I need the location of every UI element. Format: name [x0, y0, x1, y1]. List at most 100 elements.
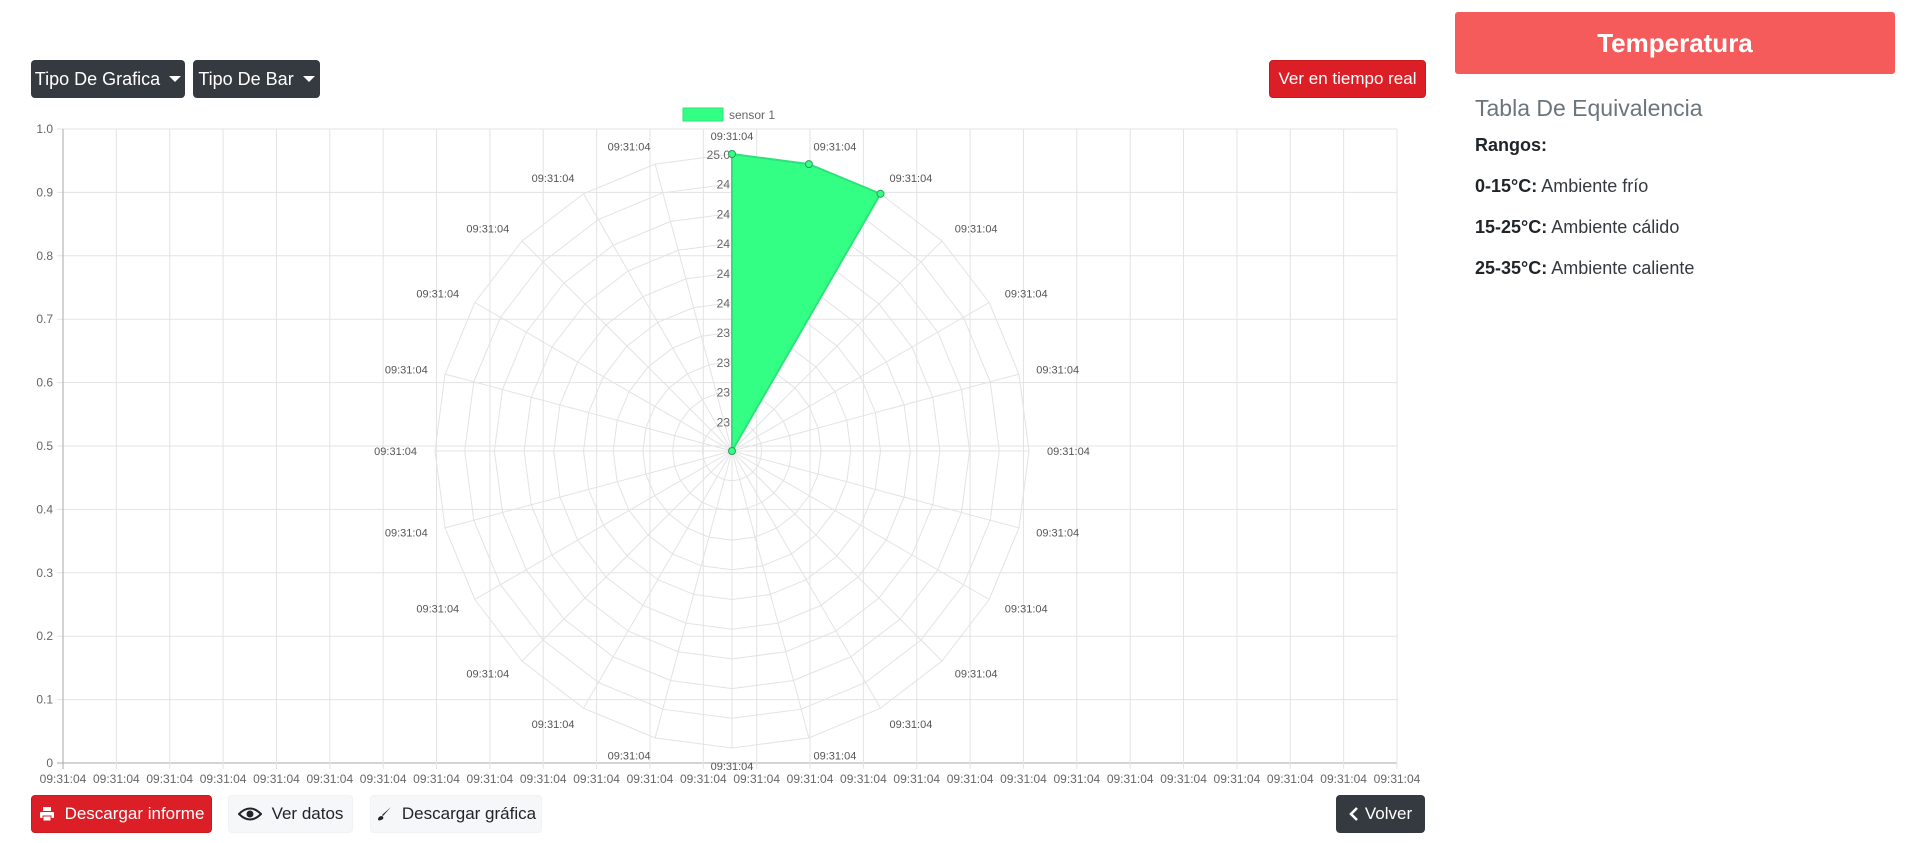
radar-spoke	[474, 450, 733, 600]
x-tick-label: 09:31:04	[733, 772, 780, 786]
radar-point-label: 09:31:04	[1036, 528, 1079, 540]
radar-spoke	[444, 373, 733, 452]
range-row: 0-15°C: Ambiente frío	[1475, 176, 1648, 197]
radar-point-label: 09:31:04	[955, 223, 998, 235]
chart-type-label: Tipo De Grafica	[34, 68, 161, 89]
series-point	[728, 447, 736, 455]
x-tick-label: 09:31:04	[413, 772, 460, 786]
radar-spoke	[474, 302, 733, 452]
x-tick-label: 09:31:04	[306, 772, 353, 786]
radial-tick-label: 24	[717, 178, 731, 192]
y-tick-label: 1.0	[36, 122, 53, 136]
x-tick-label: 09:31:04	[947, 772, 994, 786]
radar-spoke	[654, 450, 733, 739]
chevron-left-icon	[1349, 807, 1359, 821]
range-value: 15-25°C:	[1475, 217, 1548, 237]
radar-point-label: 09:31:04	[814, 750, 857, 762]
ranges-heading: Rangos:	[1475, 135, 1547, 155]
range-value: 25-35°C:	[1475, 258, 1548, 278]
download-chart-label: Descargar gráfica	[401, 804, 537, 823]
y-tick-label: 0.5	[36, 439, 53, 453]
range-row: 25-35°C: Ambiente caliente	[1475, 258, 1694, 279]
brush-icon	[376, 806, 392, 822]
view-data-label: Ver datos	[271, 804, 344, 823]
x-tick-label: 09:31:04	[680, 772, 727, 786]
chart-canvas: 0 0.1 0.2 0.3 0.4 0.5 0.6 0.7 0.8 0.9 1.0 09:31:04 0…	[36, 107, 1421, 786]
bar-type-label: Tipo De Bar	[198, 68, 294, 89]
y-tick-label: 0.6	[36, 376, 53, 390]
x-tick-label: 09:31:04	[1320, 772, 1367, 786]
y-tick-label: 0.8	[36, 249, 53, 263]
x-tick-label: 09:31:04	[893, 772, 940, 786]
radial-tick-label: 24	[717, 267, 731, 281]
radar-point-label: 09:31:04	[466, 669, 509, 681]
range-description: Ambiente cálido	[1551, 217, 1680, 237]
x-tick-label: 09:31:04	[1374, 772, 1421, 786]
radar-spoke	[731, 450, 1020, 529]
caret-down-icon	[302, 76, 315, 82]
y-tick-label: 0.1	[36, 693, 53, 707]
radar-point-label: 09:31:04	[608, 142, 651, 154]
radar-point-label: 09:31:04	[1036, 364, 1079, 376]
y-tick-label: 0.7	[36, 312, 53, 326]
download-chart-button[interactable]: Descargar gráfica	[370, 795, 542, 833]
caret-down-icon	[169, 76, 182, 82]
radial-tick-label: 23	[717, 386, 731, 400]
radar-spoke	[521, 450, 733, 662]
radial-tick-label: 23	[717, 356, 731, 370]
legend-swatch-sensor-1	[682, 107, 724, 122]
radar-spoke	[583, 193, 733, 452]
x-tick-label: 09:31:04	[200, 772, 247, 786]
ranges-label: Rangos:	[1475, 135, 1547, 156]
radial-tick-label: 24	[717, 237, 731, 251]
legend-label-sensor-1: sensor 1	[729, 108, 775, 122]
eye-icon	[237, 806, 262, 822]
radial-tick-label: 23	[717, 415, 731, 429]
realtime-button[interactable]: Ver en tiempo real	[1269, 60, 1426, 98]
y-tick-label: 0.9	[36, 185, 53, 199]
radar-spoke	[521, 240, 733, 452]
radar-point-label: 09:31:04	[385, 364, 428, 376]
view-data-button[interactable]: Ver datos	[228, 795, 353, 833]
radar-spoke	[731, 450, 881, 709]
radar-point-label: 09:31:04	[385, 528, 428, 540]
realtime-label: Ver en tiempo real	[1278, 69, 1417, 88]
x-tick-label: 09:31:04	[253, 772, 300, 786]
series-point	[876, 189, 885, 198]
radar-spoke	[731, 373, 1020, 452]
range-row: 15-25°C: Ambiente cálido	[1475, 217, 1679, 238]
radar-point-label: 09:31:04	[814, 142, 857, 154]
y-tick-label: 0.4	[36, 502, 53, 516]
back-button[interactable]: Volver	[1336, 795, 1425, 833]
y-tick-label: 0.3	[36, 566, 53, 580]
radar-point-label: 09:31:04	[1047, 446, 1090, 458]
x-tick-label: 09:31:04	[40, 772, 87, 786]
radar-point-label: 09:31:04	[374, 446, 417, 458]
y-tick-label: 0.2	[36, 629, 53, 643]
series-point	[728, 150, 736, 158]
radar-point-label: 09:31:04	[416, 289, 459, 301]
radial-tick-label: 23	[717, 326, 731, 340]
chart-type-dropdown[interactable]: Tipo De Grafica	[31, 60, 185, 98]
radial-tick-label: 24	[717, 297, 731, 311]
x-tick-label: 09:31:04	[360, 772, 407, 786]
x-tick-label: 09:31:04	[573, 772, 620, 786]
download-report-button[interactable]: Descargar informe	[31, 795, 212, 833]
radar-spoke	[583, 450, 733, 709]
radar-spoke	[731, 450, 990, 600]
x-tick-label: 09:31:04	[93, 772, 140, 786]
radar-point-label: 09:31:04	[466, 223, 509, 235]
x-tick-label: 09:31:04	[1053, 772, 1100, 786]
bar-type-dropdown[interactable]: Tipo De Bar	[193, 60, 320, 98]
download-report-label: Descargar informe	[64, 804, 205, 823]
radar-point-label: 09:31:04	[711, 131, 754, 143]
series-point	[804, 160, 813, 169]
radar-point-label: 09:31:04	[416, 604, 459, 616]
radial-tick-label: 25.0	[707, 148, 731, 162]
series-area-sensor-1	[731, 152, 882, 455]
x-tick-label: 09:31:04	[787, 772, 834, 786]
radar-point-label: 09:31:04	[1005, 604, 1048, 616]
range-value: 0-15°C:	[1475, 176, 1538, 196]
back-label: Volver	[1364, 804, 1413, 823]
range-description: Ambiente frío	[1541, 176, 1649, 196]
